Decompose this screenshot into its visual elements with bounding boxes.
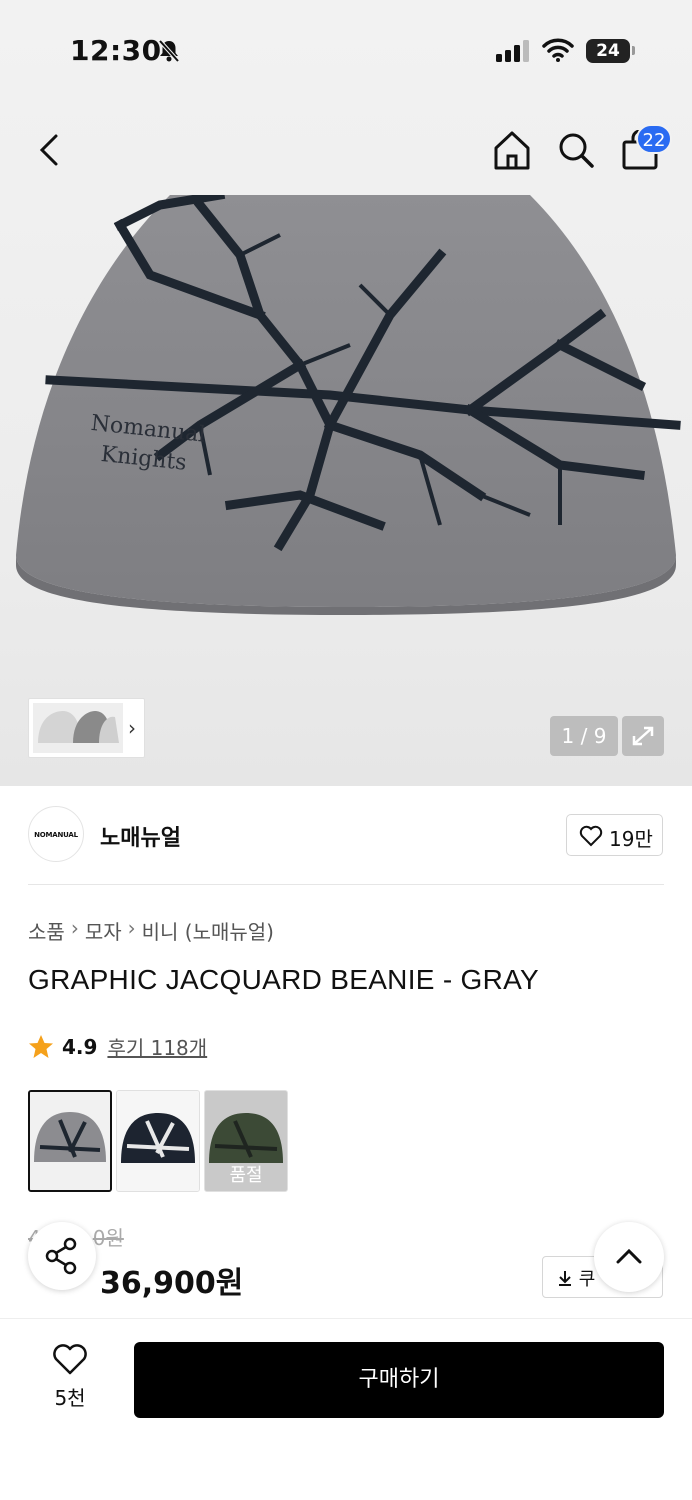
coupon-label: 쿠 [578,1269,596,1290]
color-option-green[interactable]: 품절 [204,1090,288,1192]
search-icon [559,133,594,168]
status-bar: 12:30 24 [0,30,692,74]
sale-price: 36,900원 [100,1266,244,1301]
buy-button[interactable]: 구매하기 [134,1342,664,1418]
sold-out-label: 품절 [229,1165,263,1186]
share-button[interactable] [28,1222,96,1290]
cart-count-badge: 22 [636,124,672,154]
scroll-top-button[interactable] [594,1222,664,1292]
status-time: 12:30 [70,34,162,67]
gallery-thumbnail-strip[interactable]: › [28,698,145,758]
brand-logo[interactable]: NOMANUAL [28,806,84,862]
brand-like-button[interactable]: 19만 [566,814,663,856]
signal-icon [496,40,532,66]
heart-icon [53,1344,87,1375]
breadcrumb: 소품 › 모자 › 비니 (노매뉴얼) [28,916,274,945]
wishlist-count: 5천 [54,1386,86,1410]
search-button[interactable] [556,130,596,170]
brand-name[interactable]: 노매뉴얼 [100,820,181,852]
chevron-left-icon [39,134,58,166]
thumbnail-image [33,703,123,753]
expand-icon [632,726,654,746]
divider [28,884,664,885]
brand-like-count: 19만 [609,827,653,851]
breadcrumb-item[interactable]: 비니 (노매뉴얼) [142,916,274,945]
share-icon [45,1237,77,1275]
color-option-gray[interactable] [28,1090,112,1192]
download-icon [559,1271,571,1286]
bell-off-icon [156,38,182,68]
chevron-up-icon [616,1248,642,1264]
chevron-right-icon: › [128,716,136,740]
expand-button[interactable] [622,716,664,756]
wifi-icon [542,38,574,66]
wishlist-button[interactable]: 5천 [40,1344,100,1411]
rating-score: 4.9 [62,1034,98,1059]
product-hero: 12:30 24 22 Nomanual Knights › 1 / 9 [0,0,692,786]
product-image[interactable]: Nomanual Knights [0,195,692,625]
heart-icon [579,825,603,852]
original-price-suffix: 0원 [92,1226,124,1250]
product-title: GRAPHIC JACQUARD BEANIE - GRAY [28,964,540,995]
color-options: 품절 [28,1090,288,1192]
breadcrumb-item[interactable]: 소품 [28,916,65,945]
chevron-right-icon: › [70,916,79,940]
image-counter: 1 / 9 [550,716,618,756]
home-button[interactable] [492,128,532,172]
chevron-right-icon: › [127,916,136,940]
color-option-black[interactable] [116,1090,200,1192]
battery-icon: 24 [586,39,630,63]
home-icon [494,131,530,170]
breadcrumb-item[interactable]: 모자 [85,916,122,945]
battery-nub [632,46,635,55]
review-count-link[interactable]: 후기 118개 [107,1032,207,1061]
product-rating: 4.9 후기 118개 [28,1032,207,1061]
star-icon [29,1034,53,1058]
back-button[interactable] [30,128,70,172]
